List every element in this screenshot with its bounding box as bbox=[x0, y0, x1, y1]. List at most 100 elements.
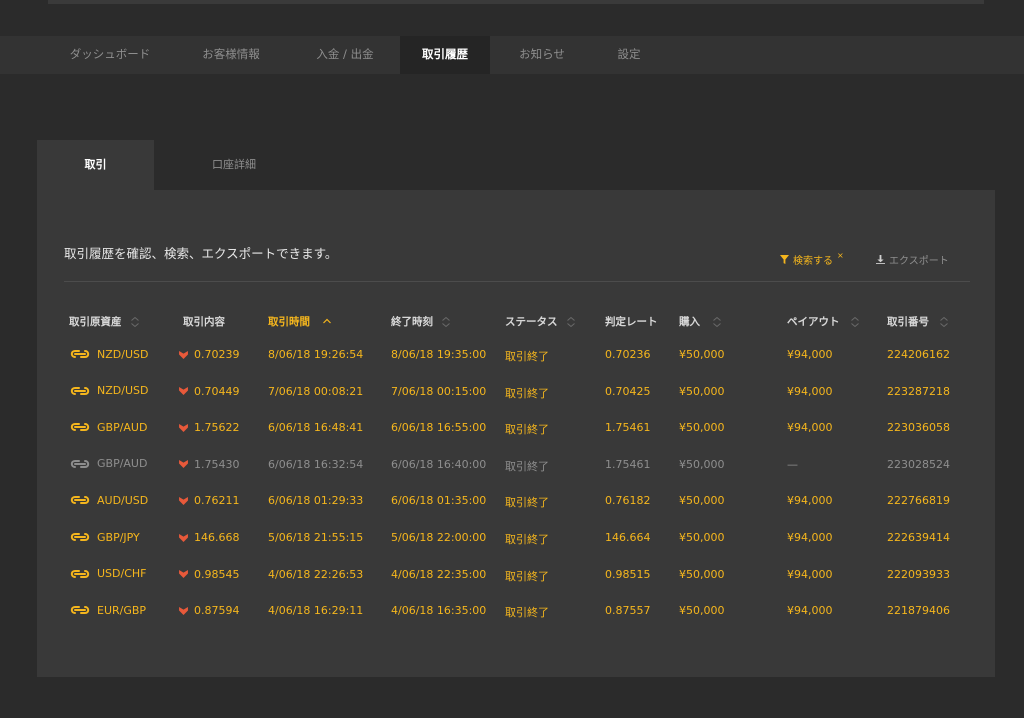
column-header-label: 取引時間 bbox=[268, 316, 310, 328]
sort-updown-icon bbox=[442, 316, 450, 327]
export-button[interactable]: エクスポート bbox=[876, 252, 949, 267]
cell-amount: ¥50,000 bbox=[679, 384, 725, 398]
cell-status: 取引終了 bbox=[505, 496, 549, 510]
cell-asset: USD/CHF bbox=[69, 567, 147, 581]
cell-open_time: 4/06/18 16:29:11 bbox=[268, 604, 364, 618]
currency-pair-icon bbox=[70, 423, 90, 432]
column-header-label: 終了時刻 bbox=[391, 316, 433, 328]
cell-id: 222766819 bbox=[887, 494, 950, 508]
down-arrow-icon bbox=[179, 423, 188, 432]
cell-open_time: 5/06/18 21:55:15 bbox=[268, 531, 364, 544]
cell-asset: EUR/GBP bbox=[69, 603, 146, 617]
column-header-4[interactable]: ステータス bbox=[505, 314, 576, 329]
currency-pair-icon bbox=[70, 386, 90, 395]
cell-payout: ¥94,000 bbox=[787, 604, 833, 618]
cell-close_rate: 0.98515 bbox=[605, 567, 651, 581]
cell-asset: NZD/USD bbox=[69, 347, 148, 361]
search-button[interactable]: 検索する × bbox=[780, 251, 844, 267]
down-arrow-icon bbox=[179, 496, 188, 505]
cell-close_time: 4/06/18 16:35:00 bbox=[391, 604, 487, 618]
column-header-6[interactable]: 購入 bbox=[679, 314, 722, 329]
down-arrow-icon bbox=[179, 350, 188, 359]
subtab-trades[interactable]: 取引 bbox=[37, 140, 154, 190]
cell-status: 取引終了 bbox=[505, 386, 549, 400]
down-arrow-icon bbox=[179, 387, 188, 396]
column-header-3[interactable]: 終了時刻 bbox=[391, 314, 451, 329]
cell-id: 223028524 bbox=[887, 457, 950, 471]
column-header-5: 判定レート bbox=[605, 314, 658, 329]
sort-updown-icon bbox=[940, 316, 948, 327]
column-header-2[interactable]: 取引時間 bbox=[268, 314, 332, 329]
search-clear-icon[interactable]: × bbox=[837, 251, 844, 260]
column-header-label: 取引内容 bbox=[183, 316, 225, 328]
sort-updown-icon bbox=[850, 316, 859, 327]
subtab-account-details[interactable]: 口座詳細 bbox=[154, 140, 314, 190]
down-arrow-icon bbox=[179, 533, 188, 542]
nav-tab-0[interactable]: ダッシュボード bbox=[48, 36, 172, 74]
cell-asset: AUD/USD bbox=[69, 493, 148, 507]
cell-close_time: 8/06/18 19:35:00 bbox=[391, 348, 487, 361]
open-rate: 0.87594 bbox=[194, 604, 240, 618]
cell-payout: ¥94,000 bbox=[787, 348, 833, 361]
cell-status: 取引終了 bbox=[505, 569, 549, 583]
currency-pair-icon bbox=[70, 606, 90, 615]
top-divider bbox=[48, 0, 984, 4]
currency-pair-icon bbox=[70, 533, 90, 541]
nav-tab-4[interactable]: お知らせ bbox=[490, 36, 594, 74]
cell-amount: ¥50,000 bbox=[679, 567, 725, 581]
open-rate: 1.75622 bbox=[194, 421, 240, 435]
cell-close_time: 4/06/18 22:35:00 bbox=[391, 567, 487, 581]
cell-open_time: 7/06/18 00:08:21 bbox=[268, 384, 364, 398]
cell-payout: ¥94,000 bbox=[787, 494, 833, 508]
filter-icon bbox=[780, 255, 789, 264]
panel-divider bbox=[64, 281, 970, 282]
cell-close_rate: 0.87557 bbox=[605, 604, 651, 618]
column-header-0[interactable]: 取引原資産 bbox=[69, 314, 140, 329]
column-header-label: ペイアウト bbox=[787, 316, 840, 328]
cell-asset: NZD/USD bbox=[69, 384, 148, 398]
currency-pair-icon bbox=[70, 496, 90, 505]
nav-tab-1[interactable]: お客様情報 bbox=[172, 36, 290, 74]
cell-amount: ¥50,000 bbox=[679, 531, 725, 544]
cell-open_rate: 1.75622 bbox=[179, 421, 240, 434]
open-rate: 1.75430 bbox=[194, 457, 240, 471]
down-arrow-icon bbox=[179, 570, 188, 579]
column-header-8[interactable]: 取引番号 bbox=[887, 314, 949, 329]
nav-tab-3[interactable]: 取引履歴 bbox=[400, 36, 490, 74]
cell-open_time: 8/06/18 19:26:54 bbox=[268, 348, 364, 361]
open-rate: 0.70449 bbox=[194, 384, 240, 398]
cell-id: 223036058 bbox=[887, 421, 950, 435]
down-arrow-icon bbox=[179, 460, 188, 469]
cell-open_rate: 0.70449 bbox=[179, 385, 240, 398]
cell-id: 222093933 bbox=[887, 567, 950, 581]
open-rate: 0.98545 bbox=[194, 567, 240, 581]
asset-name: USD/CHF bbox=[97, 567, 147, 581]
nav-tab-2[interactable]: 入金 / 出金 bbox=[290, 36, 400, 74]
cell-amount: ¥50,000 bbox=[679, 457, 725, 471]
asset-name: GBP/AUD bbox=[97, 457, 148, 471]
cell-open_time: 4/06/18 22:26:53 bbox=[268, 567, 364, 581]
cell-payout: ¥94,000 bbox=[787, 567, 833, 581]
panel-intro-text: 取引履歴を確認、検索、エクスポートできます。 bbox=[64, 246, 338, 261]
cell-id: 223287218 bbox=[887, 384, 950, 398]
cell-payout: — bbox=[787, 457, 798, 471]
sort-updown-icon bbox=[713, 316, 721, 327]
column-header-label: 判定レート bbox=[605, 316, 658, 328]
cell-id: 221879406 bbox=[887, 604, 950, 618]
search-label: 検索する bbox=[793, 256, 833, 267]
cell-payout: ¥94,000 bbox=[787, 384, 833, 398]
cell-close_rate: 1.75461 bbox=[605, 457, 651, 471]
asset-name: EUR/GBP bbox=[97, 603, 147, 617]
cell-amount: ¥50,000 bbox=[679, 421, 725, 435]
cell-close_rate: 0.76182 bbox=[605, 494, 651, 508]
currency-pair-icon bbox=[70, 569, 90, 578]
cell-open_time: 6/06/18 16:48:41 bbox=[268, 421, 364, 435]
column-header-label: ステータス bbox=[505, 316, 558, 328]
cell-status: 取引終了 bbox=[505, 606, 549, 620]
column-header-7[interactable]: ペイアウト bbox=[787, 314, 860, 329]
cell-close_time: 7/06/18 00:15:00 bbox=[391, 384, 487, 398]
nav-tab-5[interactable]: 設定 bbox=[594, 36, 664, 74]
cell-open_rate: 0.87594 bbox=[179, 604, 240, 617]
cell-id: 224206162 bbox=[887, 348, 950, 361]
cell-amount: ¥50,000 bbox=[679, 348, 725, 361]
